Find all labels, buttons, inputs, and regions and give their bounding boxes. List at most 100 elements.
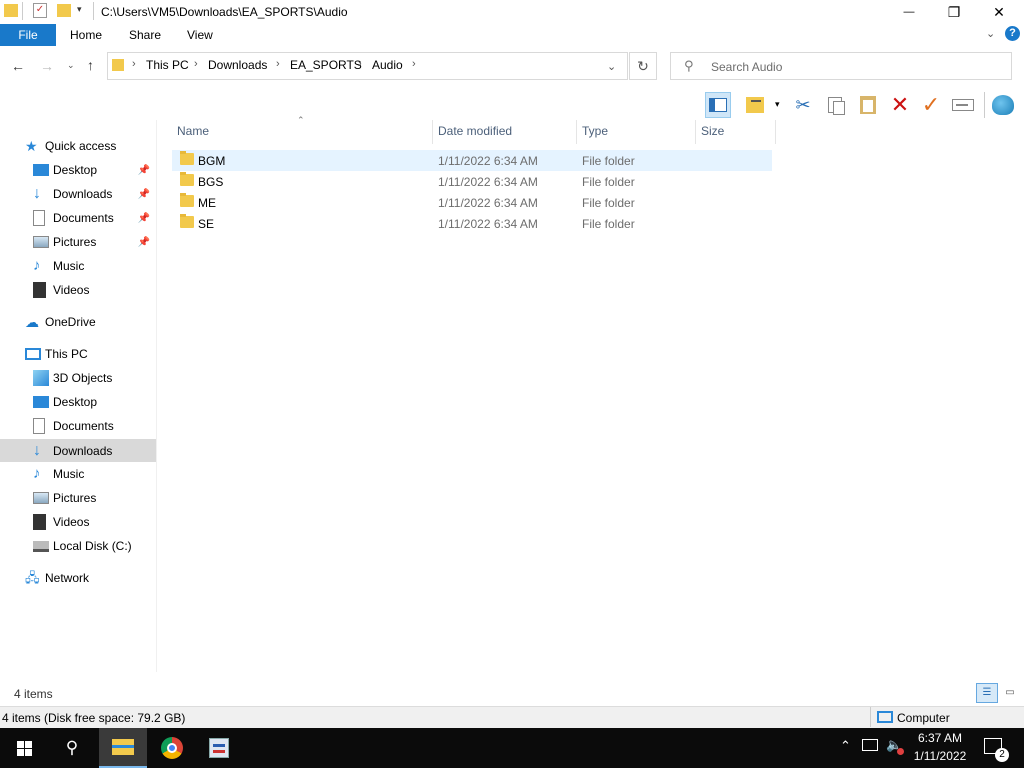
nav-item-videos-pc[interactable]: Videos <box>0 510 156 534</box>
file-row[interactable]: ME 1/11/2022 6:34 AM File folder <box>172 192 772 213</box>
film-icon <box>33 514 46 530</box>
chevron-right-icon[interactable]: › <box>194 58 198 70</box>
nav-label: Desktop <box>53 395 98 409</box>
properties-icon[interactable]: ✓ <box>33 3 47 18</box>
close-button[interactable]: ✕ <box>976 0 1022 24</box>
app-taskbar-button[interactable] <box>195 728 243 768</box>
column-header-name[interactable]: Name <box>177 124 209 140</box>
chrome-icon <box>161 737 183 759</box>
refresh-button[interactable]: ↻ <box>629 52 657 80</box>
file-date: 1/11/2022 6:34 AM <box>438 196 538 210</box>
nav-item-music[interactable]: ♪ Music <box>0 254 156 278</box>
folder-icon <box>180 151 194 165</box>
column-header-size[interactable]: Size <box>701 124 724 140</box>
start-button[interactable] <box>0 728 48 768</box>
tab-file[interactable]: File <box>0 24 56 46</box>
column-divider[interactable] <box>695 120 696 144</box>
breadcrumb-ea-sports[interactable]: EA_SPORTS <box>290 58 362 72</box>
nav-item-documents-pc[interactable]: Documents <box>0 414 156 438</box>
clock-date[interactable]: 1/11/2022 <box>906 749 974 763</box>
cut-icon[interactable]: ✂ <box>790 92 816 118</box>
breadcrumb-downloads[interactable]: Downloads <box>208 58 267 72</box>
nav-item-downloads-pc[interactable]: ↓ Downloads <box>0 439 156 462</box>
nav-item-3d-objects[interactable]: 3D Objects <box>0 366 156 390</box>
help-icon[interactable]: ? <box>1005 26 1020 41</box>
column-divider[interactable] <box>775 120 776 144</box>
nav-network[interactable]: 🖧 Network <box>0 566 156 590</box>
download-arrow-icon: ↓ <box>33 441 41 459</box>
nav-item-desktop-pc[interactable]: Desktop <box>0 390 156 414</box>
minimize-button[interactable]: — <box>886 0 932 24</box>
checkmark-icon[interactable]: ✓ <box>918 92 944 118</box>
file-date: 1/11/2022 6:34 AM <box>438 175 538 189</box>
star-icon: ★ <box>25 138 38 154</box>
file-name: BGS <box>198 175 224 189</box>
details-view-icon[interactable]: ☰ <box>976 683 998 703</box>
nav-onedrive[interactable]: ☁ OneDrive <box>0 310 156 334</box>
search-icon: ⚲ <box>684 58 694 73</box>
disk-info: 4 items (Disk free space: 79.2 GB) <box>2 711 186 725</box>
delete-icon[interactable]: ✕ <box>887 92 913 118</box>
breadcrumb-audio[interactable]: Audio <box>372 58 403 72</box>
file-name: ME <box>198 196 216 210</box>
breadcrumb-this-pc[interactable]: This PC <box>146 58 189 72</box>
pin-icon[interactable]: 📌 <box>138 237 150 248</box>
edit-folder-icon[interactable] <box>742 92 768 118</box>
tab-home[interactable]: Home <box>70 24 102 46</box>
chevron-right-icon[interactable]: › <box>276 58 280 70</box>
nav-item-documents[interactable]: Documents 📌 <box>0 206 156 230</box>
paste-icon[interactable] <box>855 92 881 118</box>
network-icon: 🖧 <box>25 570 40 585</box>
nav-item-music-pc[interactable]: ♪ Music <box>0 462 156 486</box>
address-history-icon[interactable]: ⌄ <box>607 60 616 73</box>
network-status-icon[interactable] <box>862 739 878 751</box>
nav-item-downloads[interactable]: ↓ Downloads 📌 <box>0 182 156 206</box>
large-icons-view-icon[interactable]: ▭ <box>1000 683 1020 703</box>
nav-quick-access[interactable]: ★ Quick access <box>0 134 156 158</box>
file-explorer-taskbar-button[interactable] <box>99 728 147 768</box>
chevron-right-icon[interactable]: › <box>412 58 416 70</box>
column-divider[interactable] <box>432 120 433 144</box>
nav-item-pictures[interactable]: Pictures 📌 <box>0 230 156 254</box>
chrome-taskbar-button[interactable] <box>148 728 196 768</box>
network-globe-icon[interactable] <box>990 92 1016 118</box>
pin-icon[interactable]: 📌 <box>138 213 150 224</box>
preview-pane-icon[interactable] <box>705 92 731 118</box>
tab-view[interactable]: View <box>187 24 213 46</box>
column-divider[interactable] <box>576 120 577 144</box>
pin-icon[interactable]: 📌 <box>138 189 150 200</box>
nav-this-pc[interactable]: This PC <box>0 342 156 366</box>
search-placeholder: Search Audio <box>711 60 783 74</box>
desktop-icon <box>33 396 49 408</box>
nav-item-desktop[interactable]: Desktop 📌 <box>0 158 156 182</box>
customize-quick-access-icon[interactable]: ▾ <box>77 4 82 15</box>
new-folder-icon[interactable] <box>57 4 71 17</box>
nav-item-videos[interactable]: Videos <box>0 278 156 302</box>
file-row[interactable]: SE 1/11/2022 6:34 AM File folder <box>172 213 772 234</box>
recent-locations-icon[interactable]: ⌄ <box>67 60 75 71</box>
tab-share[interactable]: Share <box>129 24 161 46</box>
cube-icon <box>33 370 49 386</box>
chevron-right-icon[interactable]: › <box>132 58 136 70</box>
up-button[interactable]: ↑ <box>87 57 94 73</box>
chevron-up-icon[interactable]: ⌃ <box>840 738 851 754</box>
column-header-date[interactable]: Date modified <box>438 124 512 140</box>
chevron-right-icon[interactable]: › <box>358 58 362 70</box>
back-button[interactable]: ← <box>11 58 25 74</box>
nav-label: Pictures <box>53 491 97 505</box>
rename-icon[interactable] <box>950 92 976 118</box>
file-row[interactable]: BGS 1/11/2022 6:34 AM File folder <box>172 171 772 192</box>
copy-icon[interactable] <box>822 92 848 118</box>
clock-time[interactable]: 6:37 AM <box>906 731 974 745</box>
column-header-type[interactable]: Type <box>582 124 608 140</box>
folder-icon <box>180 172 194 186</box>
search-icon[interactable]: ⚲ <box>48 728 96 768</box>
pin-icon[interactable]: 📌 <box>138 165 150 176</box>
nav-item-pictures-pc[interactable]: Pictures <box>0 486 156 510</box>
nav-item-local-disk[interactable]: Local Disk (C:) <box>0 534 156 558</box>
maximize-button[interactable]: ❐ <box>931 0 977 24</box>
expand-ribbon-icon[interactable]: ⌄ <box>986 27 995 40</box>
file-row[interactable]: BGM 1/11/2022 6:34 AM File folder <box>172 150 772 171</box>
forward-button[interactable]: → <box>40 58 54 74</box>
dropdown-icon[interactable]: ▾ <box>775 99 780 110</box>
